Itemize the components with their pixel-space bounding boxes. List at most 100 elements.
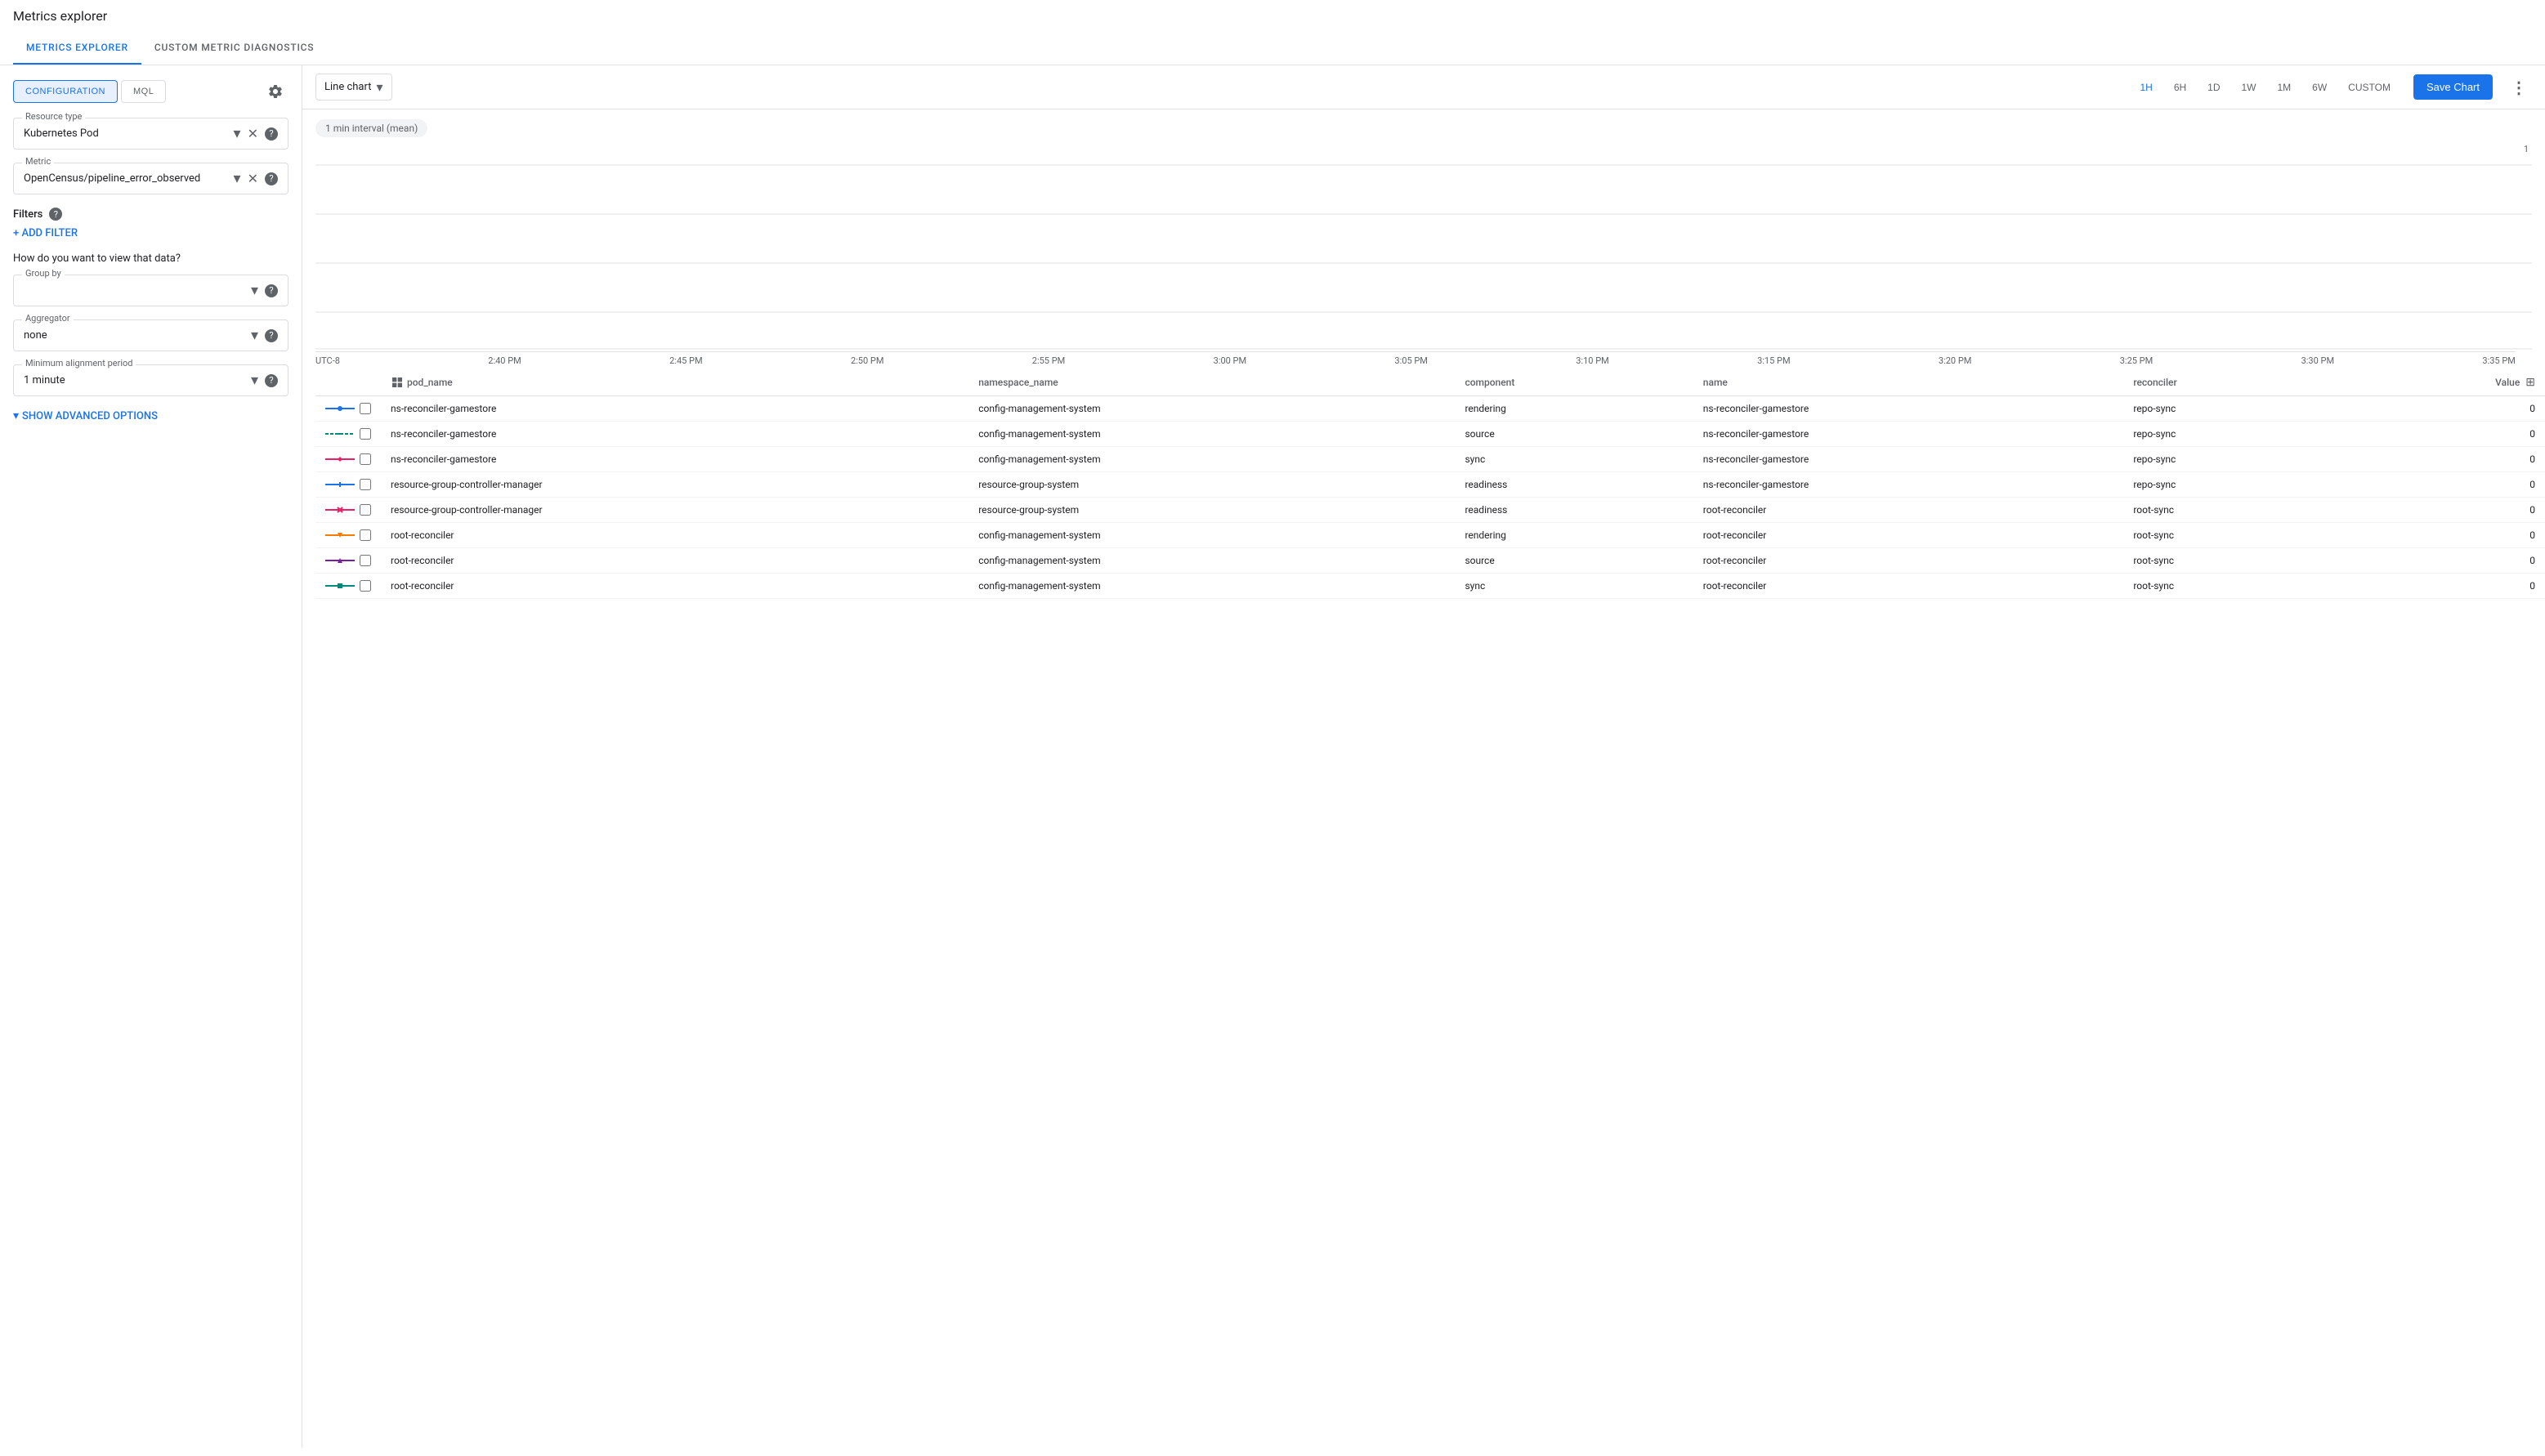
alignment-period-field: Minimum alignment period 1 minute ▾ ? <box>13 364 288 396</box>
row-pod-name: root-reconciler <box>381 523 968 548</box>
row-name: ns-reconciler-gamestore <box>1693 396 2124 422</box>
th-namespace: namespace_name <box>968 369 1455 396</box>
row-name: root-reconciler <box>1693 523 2124 548</box>
row-pod-name: ns-reconciler-gamestore <box>381 447 968 472</box>
aggregator-dropdown-icon[interactable]: ▾ <box>251 327 258 344</box>
filters-help-icon[interactable]: ? <box>49 208 62 221</box>
chart-svg <box>315 141 2532 369</box>
sidebar-tabs-row: CONFIGURATION MQL <box>13 78 288 105</box>
row-namespace: config-management-system <box>968 447 1455 472</box>
x-label-255: 2:55 PM <box>1032 355 1065 366</box>
sidebar: CONFIGURATION MQL Resource type Kubernet… <box>0 65 302 1448</box>
top-tabs: METRICS EXPLORER CUSTOM METRIC DIAGNOSTI… <box>0 32 2545 65</box>
row-namespace: config-management-system <box>968 574 1455 599</box>
resource-type-help-icon[interactable]: ? <box>265 127 278 141</box>
row-reconciler: root-sync <box>2123 548 2341 574</box>
row-reconciler: repo-sync <box>2123 447 2341 472</box>
row-value: 0 <box>2341 396 2545 422</box>
row-reconciler: repo-sync <box>2123 422 2341 447</box>
row-value: 0 <box>2341 422 2545 447</box>
chart-area: 1 min interval (mean) 1 UTC-8 <box>302 109 2545 369</box>
resource-type-clear-icon[interactable]: ✕ <box>248 126 258 141</box>
show-advanced-options[interactable]: ▾ SHOW ADVANCED OPTIONS <box>13 409 288 422</box>
metric-clear-icon[interactable]: ✕ <box>248 171 258 186</box>
th-legend <box>315 369 381 396</box>
row-name: ns-reconciler-gamestore <box>1693 447 2124 472</box>
row-legend-cell <box>315 523 381 548</box>
row-checkbox[interactable] <box>360 555 371 566</box>
row-name: root-reconciler <box>1693 498 2124 523</box>
save-chart-button[interactable]: Save Chart <box>2413 74 2493 100</box>
content-area: Line chart ▾ 1H 6H 1D 1W 1M 6W CUSTOM Sa… <box>302 65 2545 1448</box>
time-btn-custom[interactable]: CUSTOM <box>2338 77 2400 98</box>
alignment-period-help-icon[interactable]: ? <box>265 374 278 387</box>
row-value: 0 <box>2341 548 2545 574</box>
row-value: 0 <box>2341 523 2545 548</box>
alignment-period-value: 1 minute <box>24 374 251 386</box>
th-pod-name: pod_name <box>381 369 968 396</box>
main-layout: CONFIGURATION MQL Resource type Kubernet… <box>0 65 2545 1448</box>
add-filter-button[interactable]: + ADD FILTER <box>13 227 288 239</box>
row-component: sync <box>1455 574 1693 599</box>
row-name: root-reconciler <box>1693 548 2124 574</box>
metric-dropdown-icon[interactable]: ▾ <box>234 170 241 187</box>
time-btn-1m[interactable]: 1M <box>2268 77 2301 98</box>
time-btn-1d[interactable]: 1D <box>2198 77 2230 98</box>
row-legend-cell <box>315 422 381 447</box>
mql-tab[interactable]: MQL <box>121 80 166 103</box>
metric-help-icon[interactable]: ? <box>265 172 278 185</box>
table-container: pod_name namespace_name component name <box>302 369 2545 1448</box>
row-reconciler: root-sync <box>2123 574 2341 599</box>
group-by-label: Group by <box>22 268 65 279</box>
chart-type-select[interactable]: Line chart ▾ <box>315 74 392 100</box>
table-row: ns-reconciler-gamestore config-managemen… <box>315 422 2545 447</box>
x-label-310: 3:10 PM <box>1576 355 1608 366</box>
row-checkbox[interactable] <box>360 580 371 592</box>
time-btn-6h[interactable]: 6H <box>2164 77 2196 98</box>
alignment-period-dropdown-icon[interactable]: ▾ <box>251 372 258 389</box>
row-checkbox[interactable] <box>360 479 371 490</box>
row-namespace: config-management-system <box>968 422 1455 447</box>
resource-type-dropdown-icon[interactable]: ▾ <box>234 125 241 142</box>
time-btn-1h[interactable]: 1H <box>2130 77 2162 98</box>
aggregator-help-icon[interactable]: ? <box>265 329 278 342</box>
row-pod-name: resource-group-controller-manager <box>381 498 968 523</box>
row-namespace: config-management-system <box>968 396 1455 422</box>
configuration-tab[interactable]: CONFIGURATION <box>13 80 118 103</box>
group-by-help-icon[interactable]: ? <box>265 284 278 297</box>
row-checkbox[interactable] <box>360 453 371 465</box>
resource-type-value: Kubernetes Pod <box>24 127 234 140</box>
x-label-315: 3:15 PM <box>1757 355 1790 366</box>
x-label-250: 2:50 PM <box>851 355 883 366</box>
row-checkbox[interactable] <box>360 529 371 541</box>
row-value: 0 <box>2341 498 2545 523</box>
more-options-icon[interactable]: ⋮ <box>2506 74 2532 100</box>
row-component: rendering <box>1455 523 1693 548</box>
group-by-dropdown-icon[interactable]: ▾ <box>251 282 258 299</box>
row-checkbox[interactable] <box>360 504 371 516</box>
aggregator-value: none <box>24 329 251 342</box>
row-namespace: config-management-system <box>968 548 1455 574</box>
time-btn-1w[interactable]: 1W <box>2232 77 2266 98</box>
view-question: How do you want to view that data? <box>13 252 288 265</box>
settings-icon[interactable] <box>262 78 288 105</box>
row-checkbox[interactable] <box>360 403 371 414</box>
row-name: root-reconciler <box>1693 574 2124 599</box>
tab-metrics-explorer[interactable]: METRICS EXPLORER <box>13 32 141 65</box>
row-component: readiness <box>1455 498 1693 523</box>
column-options-icon[interactable]: ⊞ <box>2525 376 2535 389</box>
tab-custom-metric-diagnostics[interactable]: CUSTOM METRIC DIAGNOSTICS <box>141 32 328 65</box>
time-buttons: 1H 6H 1D 1W 1M 6W CUSTOM <box>2130 77 2400 98</box>
aggregator-label: Aggregator <box>22 313 74 324</box>
table-header-row: pod_name namespace_name component name <box>315 369 2545 396</box>
x-label-330: 3:30 PM <box>2301 355 2334 366</box>
time-btn-6w[interactable]: 6W <box>2302 77 2337 98</box>
row-legend-cell <box>315 548 381 574</box>
row-checkbox[interactable] <box>360 428 371 440</box>
row-legend-cell <box>315 447 381 472</box>
interval-badge: 1 min interval (mean) <box>315 119 427 137</box>
chevron-down-icon: ▾ <box>13 409 19 422</box>
row-value: 0 <box>2341 472 2545 498</box>
row-legend-cell <box>315 498 381 523</box>
th-value: Value ⊞ <box>2341 369 2545 396</box>
